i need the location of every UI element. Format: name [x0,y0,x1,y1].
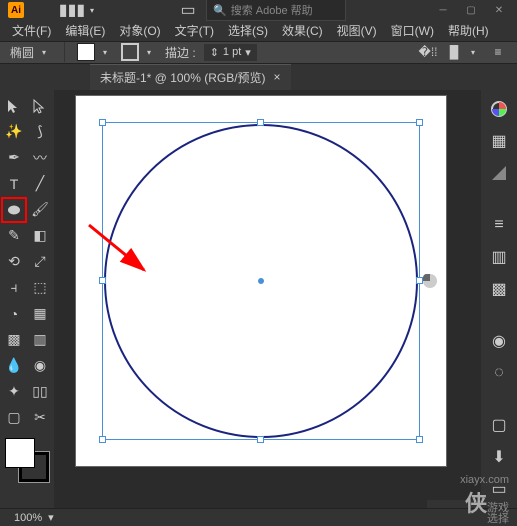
stroke-width-value: 1 pt [223,46,241,58]
menu-select[interactable]: 选择(S) [222,20,274,41]
chevron-down-icon[interactable]: ▾ [48,511,54,524]
selection-tool[interactable] [2,94,26,118]
arrange-docs-icon[interactable]: ▭ [180,2,196,18]
selection-handle[interactable] [99,277,106,284]
maximize-button[interactable]: ▢ [461,4,481,16]
free-transform-tool[interactable]: ⬚ [28,276,52,300]
selection-bounding-box [102,122,420,440]
transparency-panel-icon[interactable]: ▩ [488,278,510,300]
bridge-icon[interactable]: ▮▮▮ [64,2,80,18]
mesh-tool[interactable]: ▩ [2,328,26,352]
stepper-icon[interactable]: ⇕ [210,46,219,59]
symbol-sprayer-tool[interactable]: ✦ [2,380,26,404]
zoom-select[interactable]: 100% ▾ [8,509,60,526]
stroke-label: 描边 : [165,44,196,61]
shape-builder-tool[interactable]: ◔ [2,302,26,326]
center-point-icon [258,278,264,284]
search-placeholder: 搜索 Adobe 帮助 [231,2,313,18]
right-panel: ▦ ≡ ▥ ▩ ◉ ◌ ▢ ⬇ ▭ [481,90,517,500]
color-panel-icon[interactable] [488,98,510,120]
lasso-tool[interactable]: ⟆ [28,120,52,144]
selection-handle[interactable] [416,277,423,284]
graph-tool[interactable]: ▯▯ [28,380,52,404]
menu-effect[interactable]: 效果(C) [276,20,329,41]
search-input[interactable]: 🔍 搜索 Adobe 帮助 [206,0,346,21]
menu-object[interactable]: 对象(O) [113,20,166,41]
minimize-button[interactable]: ─ [433,4,453,16]
canvas[interactable] [54,90,467,500]
menu-type[interactable]: 文字(T) [169,20,220,41]
blend-tool[interactable]: ◉ [28,354,52,378]
fill-color-swatch[interactable] [77,43,95,61]
artboard[interactable] [76,96,446,466]
chevron-down-icon[interactable]: ▾ [42,48,52,57]
document-tab-title: 未标题-1* @ 100% (RGB/预览) [100,69,266,86]
close-button[interactable]: ✕ [489,4,509,16]
asset-export-panel-icon[interactable]: ⬇ [488,446,510,468]
document-tab[interactable]: 未标题-1* @ 100% (RGB/预览) × [90,64,291,90]
line-tool[interactable]: ╱ [28,172,52,196]
chevron-down-icon[interactable]: ▾ [147,48,157,57]
selection-handle[interactable] [99,436,106,443]
artboard-tool[interactable]: ▢ [2,406,26,430]
paintbrush-tool[interactable]: 🖌 [28,198,52,222]
pie-widget-icon[interactable] [423,274,437,288]
grid-icon[interactable]: �⁞⁞ [419,43,437,61]
menu-help[interactable]: 帮助(H) [442,20,495,41]
horizontal-scrollbar[interactable] [54,500,427,508]
stroke-panel-icon[interactable]: ≡ [488,214,510,236]
appearance-panel-icon[interactable]: ◉ [488,330,510,352]
zoom-value: 100% [14,512,42,524]
color-guide-panel-icon[interactable] [488,162,510,184]
vertical-scrollbar[interactable] [467,90,481,500]
menu-window[interactable]: 窗口(W) [385,20,440,41]
toolbox: ✨⟆ ✒〰 T╱ 🖌 ✎◧ ⟲⤢ ⫞⬚ ◔▦ ▩▥ 💧◉ ✦▯▯ ▢✂ [0,90,54,500]
menu-file[interactable]: 文件(F) [6,20,57,41]
swatches-panel-icon[interactable]: ▦ [488,130,510,152]
selection-handle[interactable] [257,436,264,443]
selection-handle[interactable] [416,436,423,443]
menu-edit[interactable]: 编辑(E) [59,20,111,41]
selection-handle[interactable] [416,119,423,126]
stroke-color-swatch[interactable] [121,43,139,61]
eyedropper-tool[interactable]: 💧 [2,354,26,378]
shaper-tool[interactable]: ✎ [2,224,26,248]
slice-tool[interactable]: ✂ [28,406,52,430]
close-icon[interactable]: × [274,70,281,84]
fill-stroke-control[interactable] [5,438,49,482]
rotate-tool[interactable]: ⟲ [2,250,26,274]
stroke-width-input[interactable]: ⇕ 1 pt ▾ [204,44,257,61]
pen-tool[interactable]: ✒ [2,146,26,170]
chevron-down-icon[interactable]: ▾ [245,46,251,59]
gradient-tool[interactable]: ▥ [28,328,52,352]
perspective-tool[interactable]: ▦ [28,302,52,326]
selection-handle[interactable] [257,119,264,126]
menu-view[interactable]: 视图(V) [331,20,383,41]
watermark: xiayx.com 侠游戏 [460,474,509,518]
menu-icon[interactable]: ≡ [489,43,507,61]
eraser-tool[interactable]: ◧ [28,224,52,248]
ellipse-tool[interactable] [2,198,26,222]
type-tool[interactable]: T [2,172,26,196]
chevron-down-icon[interactable]: ▾ [90,6,100,15]
curvature-tool[interactable]: 〰 [28,146,52,170]
selection-handle[interactable] [99,119,106,126]
app-logo: Ai [8,2,24,18]
shape-type-label: 椭圆 [10,44,34,61]
fill-swatch-big[interactable] [5,438,35,468]
search-icon: 🔍 [213,4,227,17]
chevron-down-icon[interactable]: ▾ [471,48,481,57]
layers-panel-icon[interactable]: ▢ [488,414,510,436]
graphic-styles-panel-icon[interactable]: ◌ [488,362,510,384]
chevron-down-icon[interactable]: ▾ [103,48,113,57]
scale-tool[interactable]: ⤢ [28,250,52,274]
direct-selection-tool[interactable] [28,94,52,118]
gradient-panel-icon[interactable]: ▥ [488,246,510,268]
magic-wand-tool[interactable]: ✨ [2,120,26,144]
align-icon[interactable]: ▐▌ [445,43,463,61]
width-tool[interactable]: ⫞ [2,276,26,300]
